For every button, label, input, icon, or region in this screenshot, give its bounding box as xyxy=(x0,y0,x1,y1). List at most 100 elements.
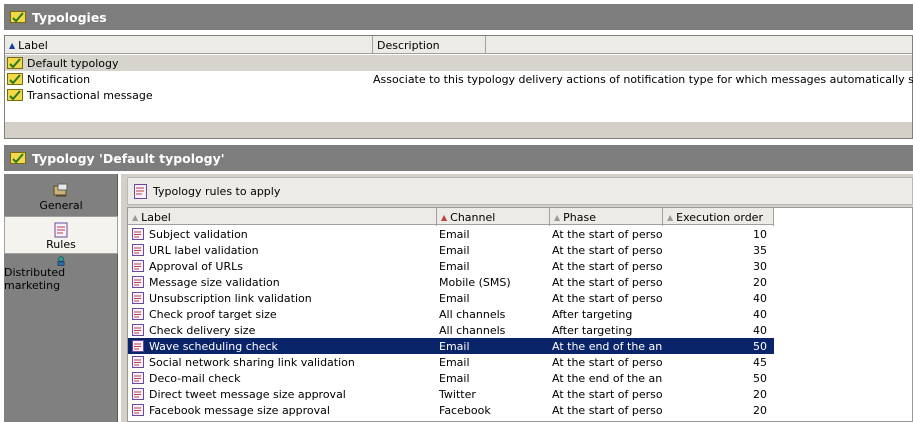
rule-phase: At the start of perso... xyxy=(552,227,663,241)
typology-detail-header: Typology 'Default typology' xyxy=(4,145,913,171)
rule-phase: After targeting xyxy=(552,323,633,337)
rule-label: Check delivery size xyxy=(149,323,256,337)
rule-label: Subject validation xyxy=(149,227,248,241)
typologies-list[interactable]: ▲ Label Description Default typology Not… xyxy=(4,35,913,139)
rules-toolbar-title: Typology rules to apply xyxy=(153,184,281,198)
typologies-title: Typologies xyxy=(32,9,107,25)
rules-column-headers: ▲ Label ▲ Channel ▲ Phase ▲ Execution or… xyxy=(128,208,774,226)
typology-detail-title: Typology 'Default typology' xyxy=(32,150,225,166)
rule-icon xyxy=(132,324,144,336)
sort-icon: ▲ xyxy=(132,212,139,222)
rule-label: Approval of URLs xyxy=(149,259,243,273)
rule-label: Unsubscription link validation xyxy=(149,291,312,305)
rule-phase: At the start of perso... xyxy=(552,387,663,401)
rules-icon xyxy=(54,222,68,238)
rule-execution-order: 10 xyxy=(753,227,767,241)
detail-sidebar: General Rules Distributed marketing xyxy=(4,174,118,422)
rule-icon xyxy=(132,356,144,368)
rule-label: Facebook message size approval xyxy=(149,403,330,417)
rule-row[interactable]: Message size validation Mobile (SMS) At th… xyxy=(128,274,774,290)
rule-channel: Email xyxy=(439,371,470,385)
rule-icon xyxy=(132,276,144,288)
rule-execution-order: 45 xyxy=(753,355,767,369)
typology-icon xyxy=(7,73,23,85)
rule-label: Deco-mail check xyxy=(149,371,241,385)
typology-icon xyxy=(7,89,23,101)
rule-phase: At the start of perso... xyxy=(552,355,663,369)
typology-icon xyxy=(10,11,26,23)
rule-row[interactable]: URL label validation Email At the start of… xyxy=(128,242,774,258)
rule-execution-order: 20 xyxy=(753,403,767,417)
rule-channel: Email xyxy=(439,243,470,257)
typology-row-transactional[interactable]: Transactional message xyxy=(5,87,912,103)
column-header-label[interactable]: ▲ Label xyxy=(5,36,373,54)
typologies-column-headers: ▲ Label Description xyxy=(5,36,912,54)
column-header-channel[interactable]: ▲ Channel xyxy=(437,208,550,226)
typology-row-notification[interactable]: Notification Associate to this typology … xyxy=(5,71,913,87)
typology-label: Transactional message xyxy=(27,88,153,102)
rule-phase: At the start of perso... xyxy=(552,275,663,289)
rule-icon xyxy=(132,340,144,352)
rules-panel: Typology rules to apply ▲ Label ▲ Channe… xyxy=(121,174,913,422)
rule-row[interactable]: Check proof target size All channels After… xyxy=(128,306,774,322)
typologies-footer-bar xyxy=(5,122,912,138)
rule-label: Check proof target size xyxy=(149,307,277,321)
rule-icon xyxy=(132,372,144,384)
rule-icon xyxy=(132,308,144,320)
rule-label: Message size validation xyxy=(149,275,280,289)
sidebar-item-general[interactable]: General xyxy=(4,176,118,214)
typology-icon xyxy=(10,152,26,164)
rule-icon xyxy=(132,244,144,256)
rule-execution-order: 20 xyxy=(753,387,767,401)
rule-channel: Email xyxy=(439,291,470,305)
rules-toolbar: Typology rules to apply xyxy=(127,177,913,205)
rule-row[interactable]: Wave scheduling check Email At the end of … xyxy=(128,338,774,354)
rule-channel: Email xyxy=(439,355,470,369)
typology-icon xyxy=(7,57,23,69)
rule-phase: At the start of perso... xyxy=(552,259,663,273)
rules-list-icon xyxy=(134,183,147,199)
sort-icon: ▲ xyxy=(667,212,674,222)
rule-execution-order: 50 xyxy=(753,371,767,385)
rule-phase: At the start of perso... xyxy=(552,243,663,257)
rule-phase: At the start of perso... xyxy=(552,403,663,417)
column-header-description[interactable]: Description xyxy=(373,36,486,54)
rule-label: URL label validation xyxy=(149,243,259,257)
typology-description: Associate to this typology delivery acti… xyxy=(373,72,913,86)
rule-channel: Facebook xyxy=(439,403,491,417)
rule-row[interactable]: Social network sharing link validation Em… xyxy=(128,354,774,370)
rule-row[interactable]: Subject validation Email At the start of p… xyxy=(128,226,774,242)
rule-icon xyxy=(132,388,144,400)
rule-phase: At the end of the ana... xyxy=(552,371,663,385)
typologies-header: Typologies xyxy=(4,4,913,30)
rule-row[interactable]: Deco-mail check Email At the end of the an… xyxy=(128,370,774,386)
rule-execution-order: 30 xyxy=(753,259,767,273)
typology-row-default[interactable]: Default typology xyxy=(5,55,912,71)
rule-label: Direct tweet message size approval xyxy=(149,387,346,401)
sidebar-item-distributed-marketing[interactable]: Distributed marketing xyxy=(4,256,118,294)
rule-channel: All channels xyxy=(439,323,506,337)
typology-label: Notification xyxy=(27,72,91,86)
rule-icon xyxy=(132,292,144,304)
rule-icon xyxy=(132,260,144,272)
rule-phase: At the end of the ana... xyxy=(552,339,663,353)
rule-row[interactable]: Check delivery size All channels After tar… xyxy=(128,322,774,338)
rule-execution-order: 40 xyxy=(753,291,767,305)
rule-execution-order: 20 xyxy=(753,275,767,289)
column-header-label[interactable]: ▲ Label xyxy=(128,208,437,226)
rule-icon xyxy=(132,228,144,240)
rule-channel: Mobile (SMS) xyxy=(439,275,511,289)
rule-row[interactable]: Facebook message size approval Facebook At… xyxy=(128,402,774,418)
rule-execution-order: 40 xyxy=(753,307,767,321)
rule-row[interactable]: Unsubscription link validation Email At th… xyxy=(128,290,774,306)
rule-channel: Email xyxy=(439,227,470,241)
column-header-phase[interactable]: ▲ Phase xyxy=(550,208,663,226)
rule-channel: Email xyxy=(439,339,470,353)
sort-icon: ▲ xyxy=(441,212,448,222)
rules-table[interactable]: ▲ Label ▲ Channel ▲ Phase ▲ Execution or… xyxy=(127,207,913,422)
rule-label: Wave scheduling check xyxy=(149,339,278,353)
column-header-execution-order[interactable]: ▲ Execution order xyxy=(663,208,774,226)
rule-row[interactable]: Approval of URLs Email At the start of per… xyxy=(128,258,774,274)
rule-row[interactable]: Direct tweet message size approval Twitte… xyxy=(128,386,774,402)
sidebar-item-rules[interactable]: Rules xyxy=(4,216,118,254)
